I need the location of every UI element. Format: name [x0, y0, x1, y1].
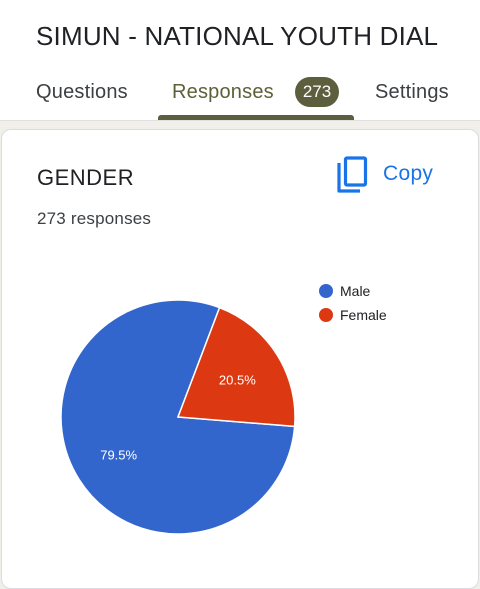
- header-divider: [0, 120, 480, 121]
- copy-icon: [337, 156, 368, 193]
- tab-responses[interactable]: Responses: [172, 76, 274, 108]
- response-count: 273 responses: [37, 209, 152, 228]
- pie-slices: [60, 299, 296, 535]
- responses-count-badge: 273: [295, 77, 339, 107]
- copy-label: Copy: [383, 162, 434, 185]
- tab-questions[interactable]: Questions: [36, 76, 128, 108]
- form-title: SIMUN - NATIONAL YOUTH DIALOGUE: [36, 21, 438, 51]
- tab-settings[interactable]: Settings: [375, 76, 449, 108]
- copy-chart-button[interactable]: Copy: [334, 155, 444, 195]
- question-title: GENDER: [37, 165, 135, 190]
